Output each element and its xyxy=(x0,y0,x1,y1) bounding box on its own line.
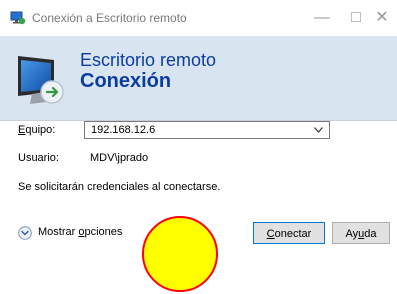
computer-combobox[interactable]: 192.168.12.6 xyxy=(84,121,330,139)
minimize-button[interactable]: — xyxy=(307,6,337,30)
user-label: Usuario: xyxy=(18,152,59,164)
banner-subtitle: Conexión xyxy=(80,70,172,92)
connect-button[interactable]: Conectar xyxy=(253,222,325,244)
highlight-circle xyxy=(142,216,218,292)
show-options-link[interactable]: Mostrar opciones xyxy=(38,226,122,238)
remote-desktop-icon xyxy=(10,11,26,25)
computer-value: 192.168.12.6 xyxy=(91,124,156,136)
dropdown-arrow-icon[interactable] xyxy=(314,127,323,133)
monitor-connection-icon xyxy=(18,56,64,104)
computer-label: Equipo: xyxy=(18,124,56,136)
user-value: MDV\jprado xyxy=(90,152,149,164)
close-button[interactable]: ✕ xyxy=(367,6,397,30)
help-button[interactable]: Ayuda xyxy=(332,222,390,244)
credentials-info: Se solicitarán credenciales al conectars… xyxy=(18,181,221,193)
title-bar: Conexión a Escritorio remoto — □ ✕ xyxy=(0,0,397,36)
banner-title: Escritorio remoto xyxy=(80,50,217,70)
chevron-down-circle-icon[interactable] xyxy=(18,226,32,240)
window-title: Conexión a Escritorio remoto xyxy=(32,11,187,25)
